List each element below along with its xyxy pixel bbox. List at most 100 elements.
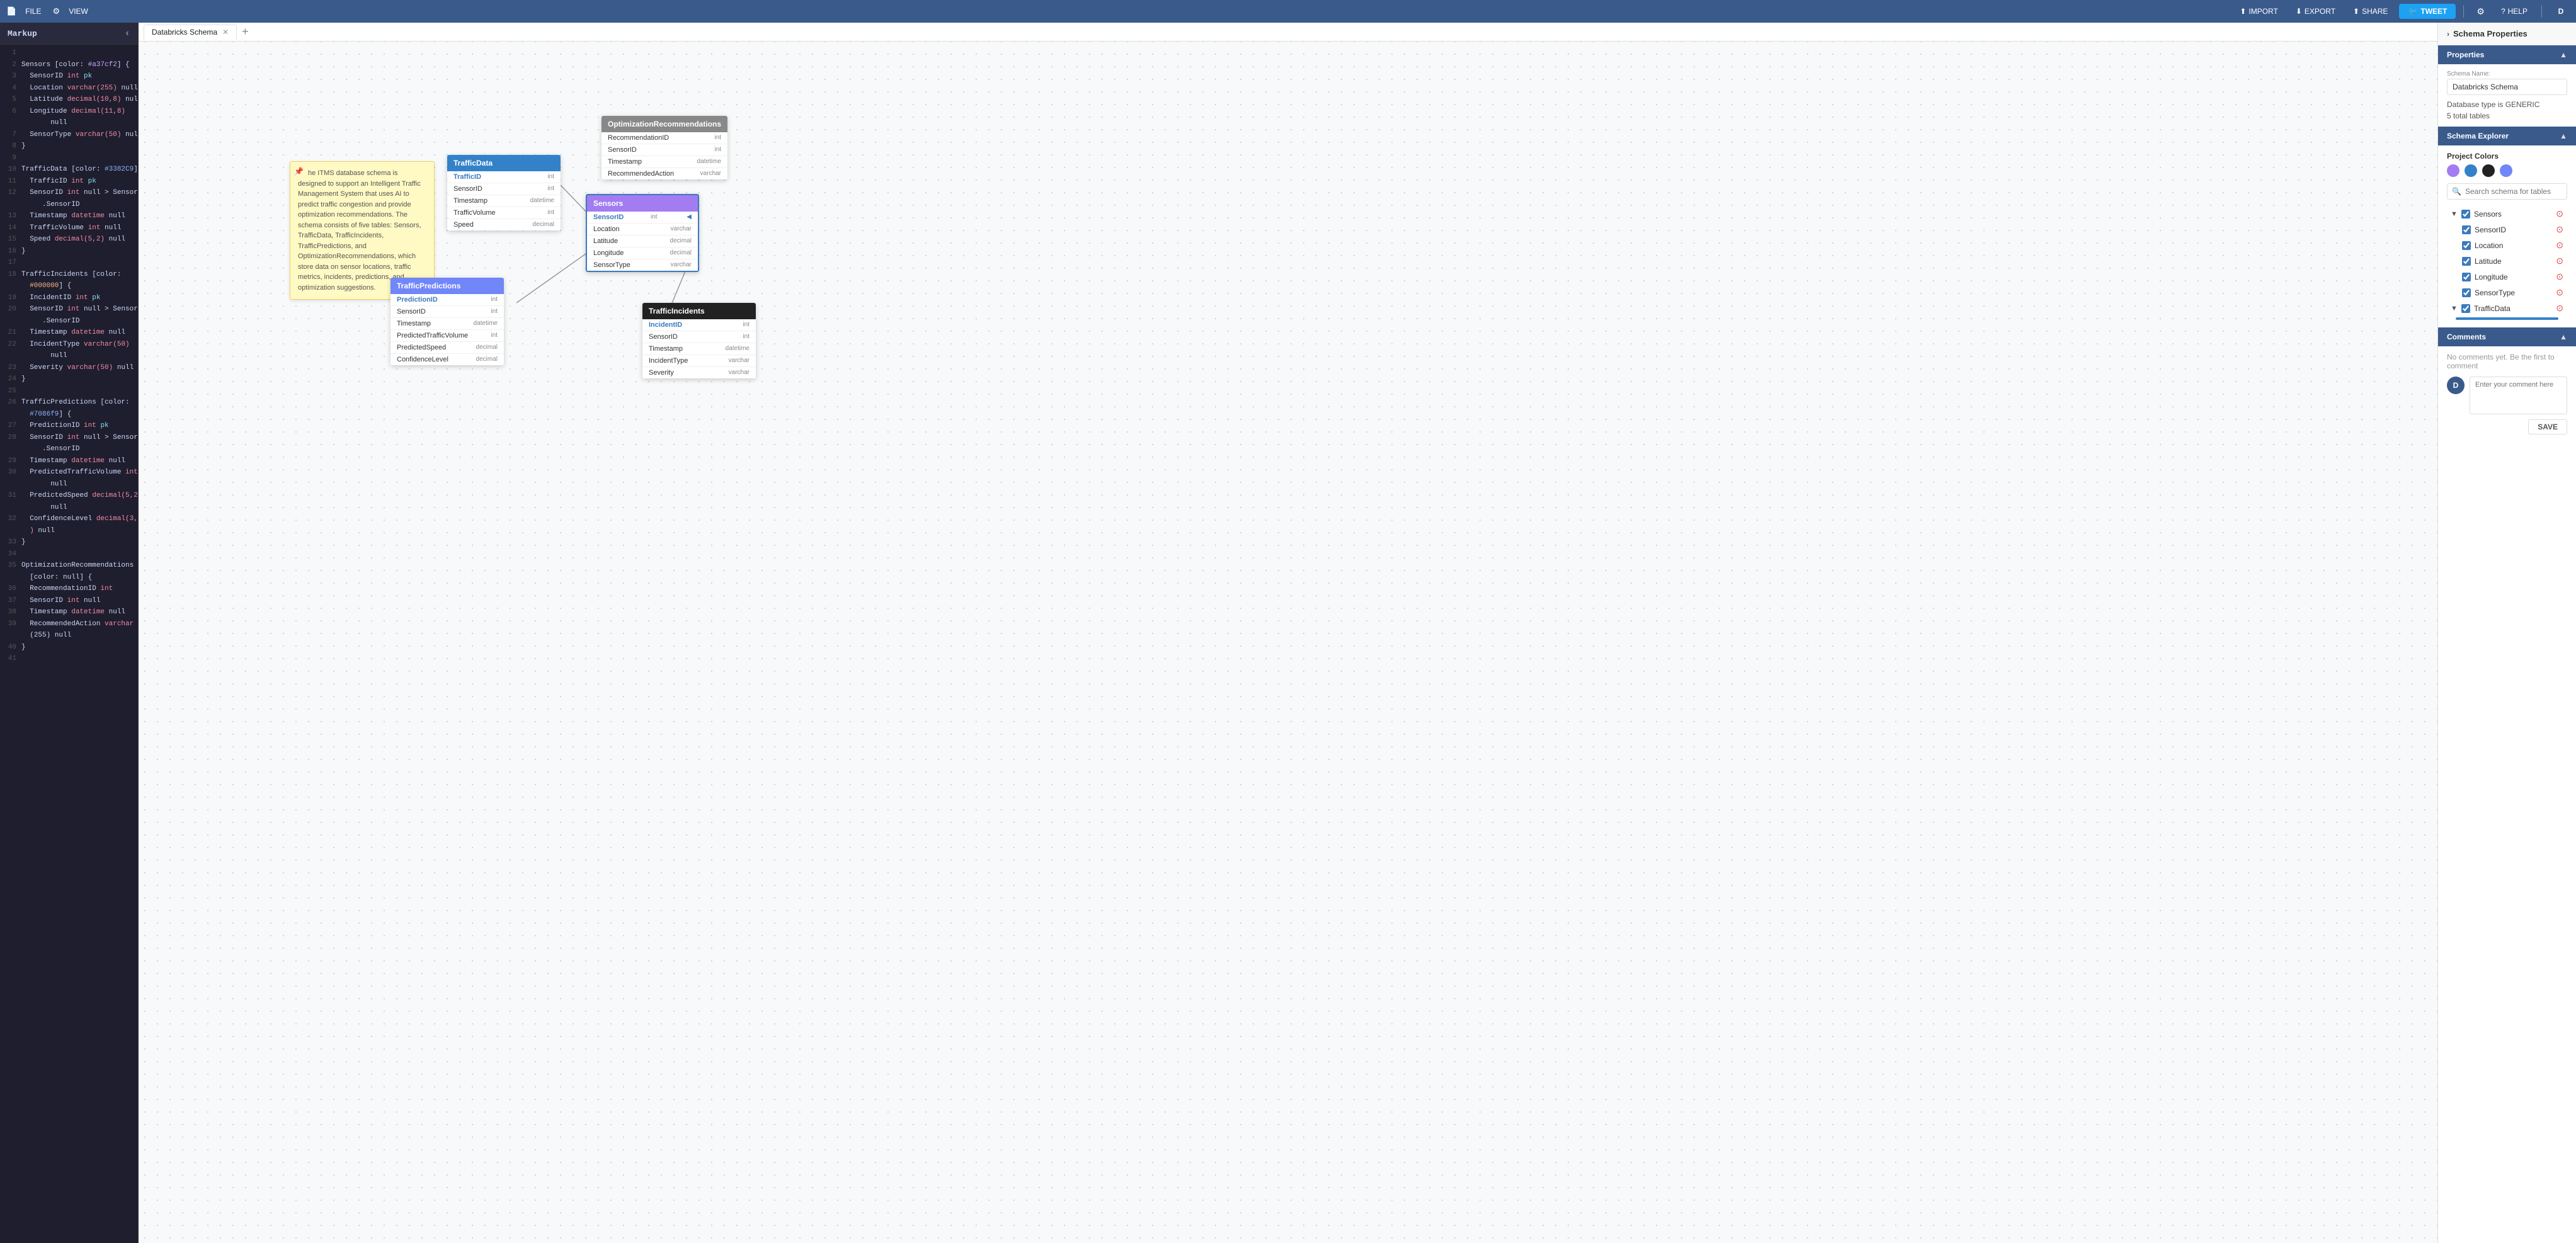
code-line-32: 32 ConfidenceLevel decimal(3,2 xyxy=(0,513,138,525)
table-row: Latitude decimal xyxy=(587,236,698,247)
sensorid-checkbox[interactable] xyxy=(2462,225,2471,234)
code-line-16: 16} xyxy=(0,246,138,258)
save-comment-button[interactable]: SAVE xyxy=(2528,419,2567,434)
trafficdata-chevron-icon[interactable]: ▼ xyxy=(2451,305,2458,312)
table-row: TrafficID int xyxy=(447,171,561,183)
properties-section-body: Schema Name: Database type is GENERIC 5 … xyxy=(2438,64,2576,127)
schema-explorer-body: Project Colors 🔍 ▼ Sensors ⊙ Se xyxy=(2438,145,2576,327)
import-icon: ⬆ xyxy=(2240,7,2246,16)
properties-section-label: Properties xyxy=(2447,50,2484,59)
tab-close-icon[interactable]: ✕ xyxy=(222,28,229,37)
total-tables-text: 5 total tables xyxy=(2447,111,2567,120)
share-menu-button[interactable]: ⬆ SHARE xyxy=(2347,4,2394,18)
color-dot-blue[interactable] xyxy=(2465,164,2477,177)
code-line-18: 18TrafficIncidents [color: xyxy=(0,269,138,281)
color-dot-lavender[interactable] xyxy=(2500,164,2512,177)
table-optimizationrecommendations[interactable]: OptimizationRecommendations Recommendati… xyxy=(601,116,727,179)
comments-body: No comments yet. Be the first to comment… xyxy=(2438,346,2576,1243)
tree-item-sensors[interactable]: ▼ Sensors ⊙ xyxy=(2447,206,2567,222)
table-row: Location varchar xyxy=(587,224,698,236)
table-row: Timestamp datetime xyxy=(601,156,727,168)
tree-item-trafficdata[interactable]: ▼ TrafficData ⊙ xyxy=(2447,300,2567,316)
canvas-area[interactable]: Databricks Schema ✕ + 📌 he ITMS database… xyxy=(139,23,2437,1243)
table-sensors[interactable]: Sensors SensorID int ◀ Location varchar … xyxy=(586,194,699,272)
sensors-checkbox[interactable] xyxy=(2461,210,2470,219)
comment-input-row: D xyxy=(2447,377,2567,414)
table-row: SensorID int xyxy=(642,331,756,343)
table-trafficdata-header: TrafficData xyxy=(447,155,561,171)
code-line-12: 12 SensorID int null > Sensors xyxy=(0,187,138,199)
code-line-34: 34 xyxy=(0,548,138,560)
table-trafficpredictions[interactable]: TrafficPredictions PredictionID int Sens… xyxy=(390,278,504,365)
longitude-checkbox[interactable] xyxy=(2462,273,2471,281)
location-checkbox[interactable] xyxy=(2462,241,2471,250)
code-line-19: 19 IncidentID int pk xyxy=(0,292,138,304)
add-tab-button[interactable]: + xyxy=(239,25,251,38)
latitude-checkbox[interactable] xyxy=(2462,257,2471,266)
help-icon: ? xyxy=(2501,7,2505,16)
tweet-button[interactable]: 🐦 TWEET xyxy=(2399,4,2456,19)
schema-name-input[interactable] xyxy=(2447,79,2567,95)
code-line-30b: null xyxy=(0,479,138,491)
import-menu-button[interactable]: ⬆ IMPORT xyxy=(2233,4,2284,18)
schema-explorer-section-header[interactable]: Schema Explorer ▲ xyxy=(2438,127,2576,145)
tab-databricks-schema[interactable]: Databricks Schema ✕ xyxy=(144,25,237,40)
code-line-26: 26TrafficPredictions [color: xyxy=(0,397,138,409)
tab-label: Databricks Schema xyxy=(152,28,217,37)
comments-section-header[interactable]: Comments ▲ xyxy=(2438,327,2576,346)
code-line-33: 33} xyxy=(0,536,138,548)
code-line-40: 40} xyxy=(0,642,138,654)
settings-icon-button[interactable]: ⚙ xyxy=(2471,4,2490,20)
collapse-button[interactable]: ‹ xyxy=(124,28,130,39)
tree-item-latitude[interactable]: Latitude ⊙ xyxy=(2447,253,2567,269)
right-panel-chevron-icon: › xyxy=(2447,30,2449,38)
code-line-32b: ) null xyxy=(0,525,138,537)
code-line-37: 37 SensorID int null xyxy=(0,595,138,607)
code-line-6: 6 Longitude decimal(11,8) xyxy=(0,106,138,118)
user-avatar[interactable]: D xyxy=(2552,3,2570,20)
code-line-27: 27 PredictionID int pk xyxy=(0,420,138,432)
code-area: 1 2Sensors [color: #a37cf2] { 3 SensorID… xyxy=(0,45,138,667)
trafficdata-label: TrafficData xyxy=(2474,304,2552,313)
code-line-9: 9 xyxy=(0,152,138,164)
markup-panel: Markup ‹ 1 2Sensors [color: #a37cf2] { 3… xyxy=(0,23,139,1243)
view-menu-button[interactable]: VIEW xyxy=(62,4,94,18)
tree-item-location[interactable]: Location ⊙ xyxy=(2447,237,2567,253)
color-dot-black[interactable] xyxy=(2482,164,2495,177)
schema-search-input[interactable] xyxy=(2447,183,2567,200)
properties-section-header[interactable]: Properties ▲ xyxy=(2438,45,2576,64)
schema-name-label: Schema Name: xyxy=(2447,71,2567,77)
longitude-indicator-icon: ⊙ xyxy=(2556,271,2563,282)
export-menu-button[interactable]: ⬇ EXPORT xyxy=(2289,4,2342,18)
code-line-6b: null xyxy=(0,117,138,129)
code-line-11: 11 TrafficID int pk xyxy=(0,176,138,188)
code-line-38: 38 Timestamp datetime null xyxy=(0,606,138,618)
table-trafficincidents[interactable]: TrafficIncidents IncidentID int SensorID… xyxy=(642,303,756,378)
sensortype-label: SensorType xyxy=(2475,288,2552,297)
code-line-28b: .SensorID xyxy=(0,443,138,455)
sensortype-checkbox[interactable] xyxy=(2462,288,2471,297)
db-type-text: Database type is GENERIC xyxy=(2447,100,2567,109)
code-line-24: 24} xyxy=(0,373,138,385)
table-row: RecommendedAction varchar xyxy=(601,168,727,179)
code-line-36: 36 RecommendationID int xyxy=(0,583,138,595)
file-menu-button[interactable]: FILE xyxy=(19,4,47,18)
sensors-chevron-icon[interactable]: ▼ xyxy=(2451,210,2458,218)
code-line-17: 17 xyxy=(0,257,138,269)
color-dot-purple[interactable] xyxy=(2447,164,2459,177)
code-line-31b: null xyxy=(0,502,138,514)
toolbar-divider xyxy=(2463,5,2464,18)
code-line-39b: (255) null xyxy=(0,630,138,642)
schema-search-wrap: 🔍 xyxy=(2447,183,2567,200)
table-row: PredictedSpeed decimal xyxy=(390,342,504,354)
comment-textarea[interactable] xyxy=(2470,377,2567,414)
tree-item-sensorid[interactable]: SensorID ⊙ xyxy=(2447,222,2567,237)
tree-item-sensortype[interactable]: SensorType ⊙ xyxy=(2447,285,2567,300)
table-row: SensorType varchar xyxy=(587,259,698,271)
help-menu-button[interactable]: ? HELP xyxy=(2495,4,2534,18)
trafficdata-checkbox[interactable] xyxy=(2461,304,2470,313)
tree-item-longitude[interactable]: Longitude ⊙ xyxy=(2447,269,2567,285)
table-trafficdata[interactable]: TrafficData TrafficID int SensorID int T… xyxy=(447,155,561,230)
project-colors-row xyxy=(2447,164,2567,177)
markup-panel-header: Markup ‹ xyxy=(0,23,138,45)
